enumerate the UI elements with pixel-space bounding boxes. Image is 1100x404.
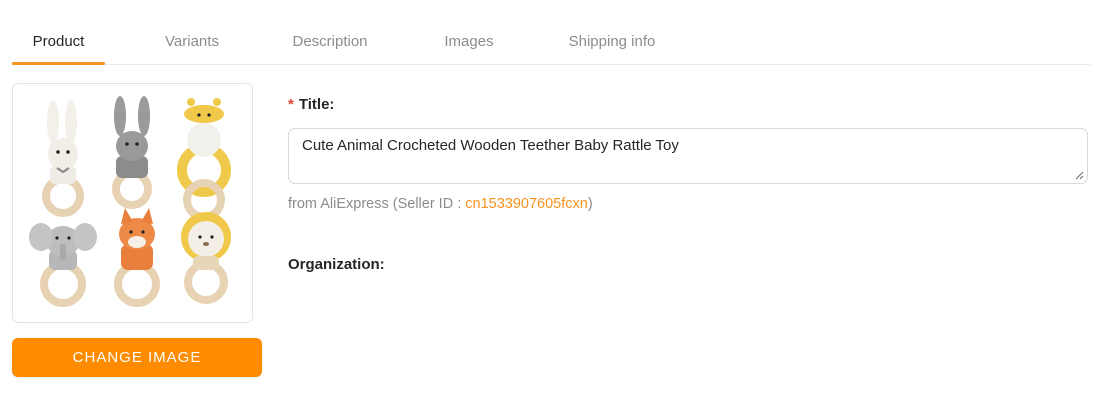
required-asterisk: * (288, 96, 294, 113)
tab-shipping-info[interactable]: Shipping info (557, 22, 667, 64)
fox-rattle (114, 208, 160, 307)
product-image (12, 83, 253, 323)
lion-rattle (181, 212, 231, 304)
organization-label-colon: : (379, 256, 385, 273)
source-suffix: ) (587, 196, 593, 212)
seller-id-link[interactable]: cn1533907605fcxn (465, 196, 588, 212)
bunny-rattle (42, 100, 84, 217)
tab-bar: Product Variants Description Images Ship… (12, 22, 1090, 65)
tab-description[interactable]: Description (280, 22, 380, 64)
organization-label: Organization (288, 256, 380, 273)
crochet-rattles-illustration (29, 96, 231, 307)
giraffe-rattle (177, 98, 231, 221)
title-label: Title (298, 96, 330, 113)
title-value: Cute Animal Crocheted Wooden Teether Bab… (302, 137, 679, 154)
tab-images[interactable]: Images (433, 22, 505, 64)
resize-handle-icon[interactable] (1074, 170, 1084, 180)
tab-product[interactable]: Product (12, 22, 105, 65)
source-info: from AliExpress (Seller ID : cn153390760… (288, 196, 593, 212)
grey-bunny-rattle (112, 96, 152, 209)
title-textarea[interactable]: Cute Animal Crocheted Wooden Teether Bab… (288, 128, 1088, 184)
title-label-colon: : (329, 96, 335, 113)
tab-variants[interactable]: Variants (152, 22, 232, 64)
elephant-rattle (29, 223, 97, 307)
change-image-button[interactable]: CHANGE IMAGE (12, 338, 262, 377)
organization-label-row: Organization: (288, 256, 385, 273)
title-label-row: * Title: (288, 96, 334, 113)
source-prefix: from AliExpress (Seller ID : (288, 196, 466, 212)
